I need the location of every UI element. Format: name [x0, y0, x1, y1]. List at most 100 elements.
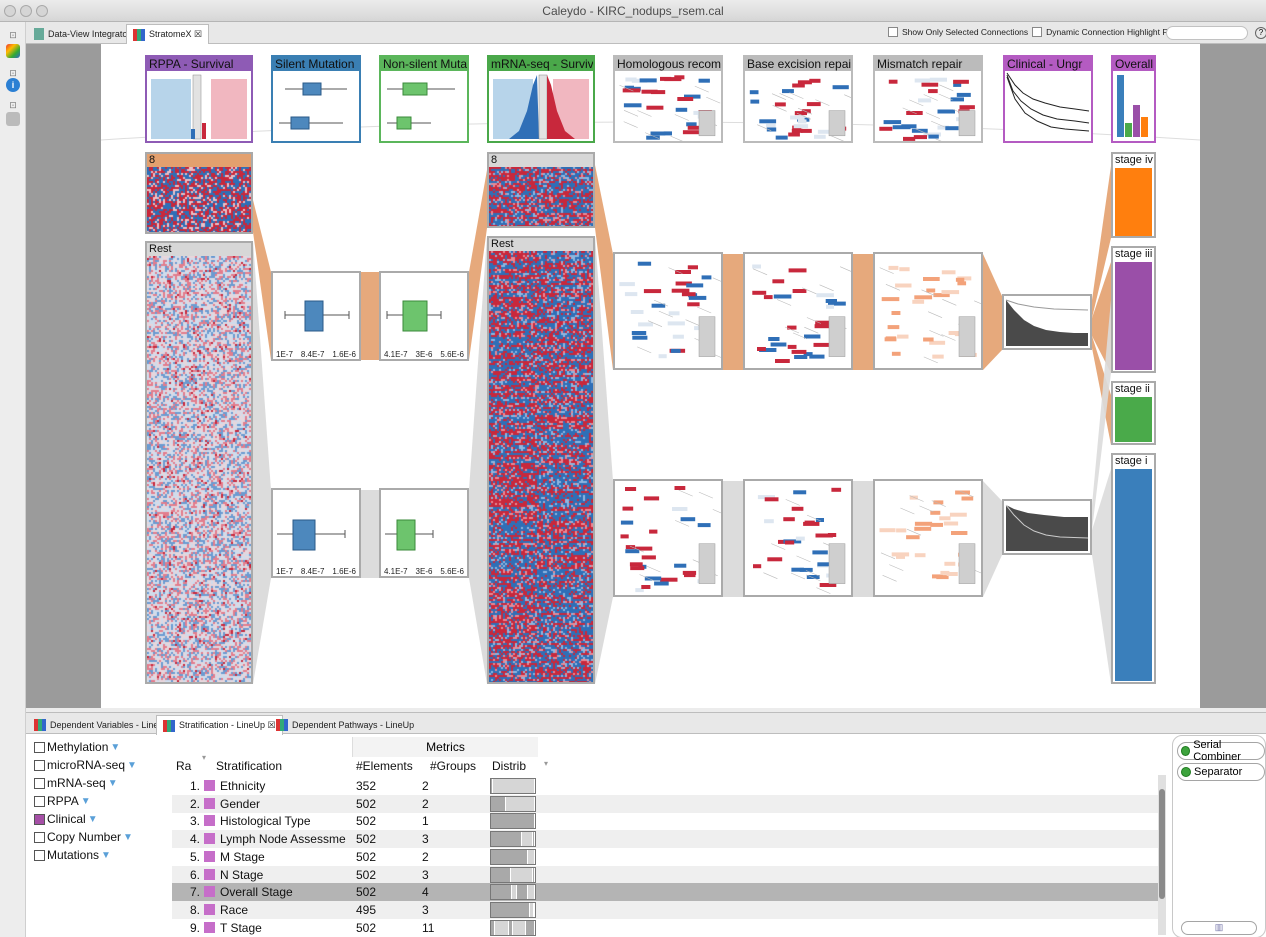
groups-cell: 11 — [422, 920, 435, 935]
column-header-mismatch-repair[interactable]: Mismatch repair — [873, 55, 983, 143]
non-silent-mutation-boxplot-bottom[interactable]: 4.1E-7 3E-6 5.6E-6 — [379, 488, 469, 578]
column-header-overall-stage[interactable]: Overall — [1111, 55, 1156, 143]
tab-stratomex[interactable]: StratomeX ☒ — [126, 24, 210, 44]
filter-icon[interactable]: ▼ — [88, 814, 98, 825]
base-excision-pathway-top[interactable] — [743, 252, 853, 370]
distrib-column-header[interactable]: Distrib — [492, 759, 526, 773]
elements-column-header[interactable]: #Elements — [356, 759, 413, 773]
pathway-thumb — [749, 78, 851, 141]
info-icon[interactable]: i — [6, 78, 20, 92]
homologous-recombination-pathway-bottom[interactable] — [613, 479, 723, 597]
filter-icon[interactable]: ▼ — [110, 742, 120, 753]
trash-icon[interactable]: ▥ — [1181, 921, 1257, 935]
column-header-mrna-survival[interactable]: mRNA-seq - Survival — [487, 55, 595, 143]
homologous-recombination-pathway-top[interactable] — [613, 252, 723, 370]
tab-stratification[interactable]: Stratification - LineUp ☒ — [156, 715, 283, 735]
table-row[interactable]: 2. Gender 502 2 — [172, 794, 1162, 813]
sort-indicator-icon[interactable]: ▾ — [202, 753, 206, 762]
mrna-cluster-8[interactable]: 8 — [487, 152, 595, 228]
separator-button[interactable]: Separator — [1177, 763, 1265, 781]
silent-mutation-boxplot-bottom[interactable]: 1E-7 8.4E-7 1.6E-6 — [271, 488, 361, 578]
dataset-checkbox[interactable] — [34, 795, 45, 807]
canvas-margin-left — [26, 44, 101, 708]
table-row[interactable]: 3. Histological Type 502 1 — [172, 812, 1162, 830]
tab-dependent-pathways[interactable]: Dependent Pathways - LineUp — [270, 715, 420, 735]
elements-cell: 495 — [356, 902, 377, 917]
window-title: Caleydo - KIRC_nodups_rsem.cal — [542, 4, 724, 18]
table-row[interactable]: 9. T Stage 502 11 — [172, 919, 1162, 937]
dataset-label: Copy Number — [47, 830, 122, 844]
filter-icon[interactable]: ▼ — [127, 760, 137, 771]
table-row[interactable]: 5. M Stage 502 2 — [172, 848, 1162, 866]
help-icon[interactable]: ? — [1255, 27, 1266, 39]
table-row[interactable]: 6. N Stage 502 3 — [172, 865, 1162, 884]
stage-iii-group[interactable]: stage iii — [1111, 246, 1156, 373]
groups-column-header[interactable]: #Groups — [430, 759, 476, 773]
column-header-silent-mutation[interactable]: Silent Mutation — [271, 55, 361, 143]
vertical-scrollbar[interactable] — [1158, 775, 1166, 935]
distribution-segment — [512, 920, 527, 935]
mismatch-repair-pathway-top[interactable] — [873, 252, 983, 370]
filter-icon[interactable]: ▼ — [123, 832, 133, 843]
mrna-cluster-rest[interactable]: Rest — [487, 236, 595, 684]
rppa-cluster-8[interactable]: 8 — [145, 152, 253, 234]
dynamic-highlight-checkbox[interactable] — [1032, 27, 1043, 37]
dataset-item[interactable]: Clinical ▼ — [34, 810, 164, 828]
kaplan-meier-bottom[interactable] — [1002, 499, 1092, 555]
dataset-item[interactable]: RPPA ▼ — [34, 792, 164, 810]
column-header-homologous-recombination[interactable]: Homologous recom — [613, 55, 723, 143]
dataset-checkbox[interactable] — [34, 849, 45, 861]
tab-data-view-integrator[interactable]: Data-View Integrator — [28, 24, 136, 44]
tab-dependent-variables[interactable]: Dependent Variables - LineUp — [28, 715, 176, 735]
elements-cell: 502 — [356, 885, 377, 900]
database-icon[interactable] — [6, 112, 20, 126]
dataset-item[interactable]: Copy Number ▼ — [34, 828, 164, 846]
kaplan-meier-top[interactable] — [1002, 294, 1092, 350]
column-header-non-silent-mutation[interactable]: Non-silent Muta — [379, 55, 469, 143]
dataset-checkbox[interactable] — [34, 777, 45, 789]
rppa-cluster-rest[interactable]: Rest — [145, 241, 253, 684]
distribution-segment — [491, 814, 535, 829]
filter-icon[interactable]: ▼ — [108, 778, 118, 789]
dataset-item[interactable]: mRNA-seq ▼ — [34, 774, 164, 792]
restore-icon[interactable]: ⊡ — [6, 28, 20, 42]
stratomex-canvas[interactable] — [101, 44, 1200, 708]
filter-icon[interactable]: ▼ — [81, 796, 91, 807]
dataset-checkbox[interactable] — [34, 741, 45, 753]
base-excision-pathway-bottom[interactable] — [743, 479, 853, 597]
dataset-item[interactable]: Mutations ▼ — [34, 846, 164, 864]
column-header-rppa-survival[interactable]: RPPA - Survival — [145, 55, 253, 143]
silent-mutation-boxplot-top[interactable]: 1E-7 8.4E-7 1.6E-6 — [271, 271, 361, 361]
stratification-column-header[interactable]: Stratification — [216, 759, 282, 773]
dataset-checkbox[interactable] — [34, 759, 45, 771]
mismatch-repair-pathway-bottom[interactable] — [873, 479, 983, 597]
show-selected-checkbox[interactable] — [888, 27, 898, 37]
dataset-checkbox[interactable] — [34, 831, 45, 843]
filter-icon[interactable]: ▼ — [101, 850, 111, 861]
table-row[interactable]: 4. Lymph Node Assessme 502 3 — [172, 830, 1162, 849]
dataset-label: mRNA-seq — [47, 776, 106, 790]
rank-column-header[interactable]: Ra — [176, 759, 191, 773]
column-header-base-excision-repair[interactable]: Base excision repai — [743, 55, 853, 143]
dataset-item[interactable]: Methylation ▼ — [34, 738, 164, 756]
table-row[interactable]: 7. Overall Stage 502 4 — [172, 883, 1162, 902]
caleydo-logo-icon[interactable] — [6, 44, 20, 58]
scroll-thumb[interactable] — [1159, 789, 1165, 899]
search-input[interactable] — [1166, 26, 1248, 40]
stage-i-group[interactable]: stage i — [1111, 453, 1156, 684]
stage-iv-group[interactable]: stage iv — [1111, 152, 1156, 238]
stratification-cell: Gender — [220, 796, 261, 811]
category-swatch — [204, 850, 215, 862]
column-header-clinical-ungrouped[interactable]: Clinical - Ungr — [1003, 55, 1093, 143]
serial-combiner-button[interactable]: Serial Combiner — [1177, 739, 1265, 763]
dataset-checkbox[interactable] — [34, 813, 45, 825]
table-row[interactable]: 8. Race 495 3 — [172, 900, 1162, 919]
cluster-label: Rest — [147, 243, 251, 256]
add-column-icon[interactable]: ▾ — [544, 759, 548, 768]
non-silent-mutation-boxplot-top[interactable]: 4.1E-7 3E-6 5.6E-6 — [379, 271, 469, 361]
distribution-segment — [528, 849, 535, 864]
restore-icon[interactable]: ⊡ — [6, 98, 20, 112]
stage-ii-group[interactable]: stage ii — [1111, 381, 1156, 445]
table-row[interactable]: 1. Ethnicity 352 2 — [172, 777, 1162, 795]
dataset-item[interactable]: microRNA-seq ▼ — [34, 756, 164, 774]
